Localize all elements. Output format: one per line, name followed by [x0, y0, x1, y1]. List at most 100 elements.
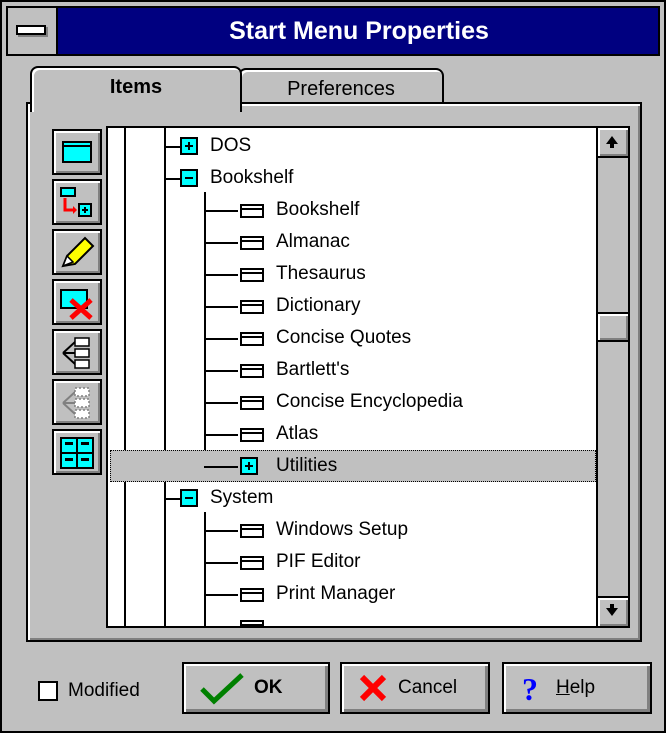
tree-item-label: Concise Quotes — [276, 327, 412, 348]
ok-button[interactable]: OK — [182, 662, 330, 714]
tree-item-atlas[interactable]: Atlas — [108, 418, 596, 450]
tree-vertical-scrollbar[interactable] — [596, 128, 628, 626]
modified-checkbox[interactable] — [38, 681, 58, 701]
tree-item-label: DOS — [210, 135, 252, 156]
new-subitem-icon — [60, 187, 92, 217]
start-menu-tree[interactable]: DOS Bookshelf Bookshelf Almanac Thesauru… — [106, 126, 630, 628]
tree-item-label: Almanac — [276, 231, 350, 252]
system-menu-button[interactable] — [8, 8, 58, 54]
tree-item-label: Print Manager — [276, 583, 396, 604]
edit-pencil-icon — [61, 236, 95, 268]
tree-item-label: Utilities — [276, 455, 338, 476]
tree-item-thesaurus[interactable]: Thesaurus — [108, 258, 596, 290]
sort-icon — [60, 437, 94, 469]
tree-item-almanac[interactable]: Almanac — [108, 226, 596, 258]
item-toolbar — [52, 129, 104, 479]
tree-branch — [204, 370, 238, 372]
tree-item-label: Dictionary — [276, 295, 361, 316]
tree-branch — [204, 434, 238, 436]
tree-item-bookshelf-folder[interactable]: Bookshelf — [108, 162, 596, 194]
program-item-icon — [240, 428, 264, 442]
ok-label: OK — [254, 677, 283, 698]
tree-item-label: Concise Encyclopedia — [276, 391, 463, 412]
window-title: Start Menu Properties — [229, 17, 489, 45]
question-mark-icon: ? — [522, 671, 538, 705]
tree-item-label: PIF Editor — [276, 551, 361, 572]
tree-branch — [204, 562, 238, 564]
tree-branch — [204, 594, 238, 596]
program-item-icon — [240, 556, 264, 570]
tree-item-label: Atlas — [276, 423, 319, 444]
tree-item-pif-editor[interactable]: PIF Editor — [108, 546, 596, 578]
tree-branch — [164, 146, 180, 148]
program-item-icon — [240, 332, 264, 346]
tree-item-label: System — [210, 487, 274, 508]
tree-branch — [164, 498, 180, 500]
svg-text:?: ? — [522, 671, 538, 705]
tree-branch — [204, 306, 238, 308]
tree-branch — [204, 402, 238, 404]
expand-plus-icon[interactable] — [180, 137, 198, 155]
help-button[interactable]: ? Help — [502, 662, 652, 714]
tree-item-bartletts[interactable]: Bartlett's — [108, 354, 596, 386]
tree-item-dos[interactable]: DOS — [108, 130, 596, 162]
expand-tree-button[interactable] — [52, 329, 102, 375]
program-item-icon — [240, 396, 264, 410]
delete-item-button[interactable] — [52, 279, 102, 325]
collapse-minus-icon[interactable] — [180, 169, 198, 187]
cancel-button[interactable]: Cancel — [340, 662, 490, 714]
modified-checkbox-group[interactable]: Modified — [38, 680, 140, 702]
tree-branch — [204, 338, 238, 340]
collapse-minus-icon[interactable] — [180, 489, 198, 507]
tree-item-label: Bartlett's — [276, 359, 350, 380]
new-item-icon — [62, 141, 92, 163]
collapse-tree-button[interactable] — [52, 379, 102, 425]
cancel-label: Cancel — [398, 677, 458, 698]
sort-items-button[interactable] — [52, 429, 102, 475]
tree-item-utilities[interactable]: Utilities — [108, 450, 596, 482]
tree-branch — [204, 466, 238, 468]
tree-item-partial[interactable] — [108, 610, 596, 628]
tree-item-concise-encyclopedia[interactable]: Concise Encyclopedia — [108, 386, 596, 418]
tree-item-bookshelf[interactable]: Bookshelf — [108, 194, 596, 226]
tree-item-label: Bookshelf — [210, 167, 294, 188]
scroll-thumb[interactable] — [598, 312, 628, 342]
tree-item-windows-setup[interactable]: Windows Setup — [108, 514, 596, 546]
checkmark-icon — [200, 673, 244, 705]
system-menu-icon — [16, 25, 46, 35]
scroll-up-button[interactable] — [598, 128, 628, 158]
tree-item-dictionary[interactable]: Dictionary — [108, 290, 596, 322]
program-item-icon — [240, 300, 264, 314]
program-item-icon — [240, 588, 264, 602]
program-item-icon — [240, 236, 264, 250]
tree-branch — [204, 626, 238, 628]
tree-branch — [204, 242, 238, 244]
tab-items[interactable]: Items — [30, 66, 242, 112]
red-x-icon — [359, 674, 387, 702]
edit-item-button[interactable] — [52, 229, 102, 275]
tree-item-label: Bookshelf — [276, 199, 360, 220]
modified-label: Modified — [68, 680, 140, 701]
expand-plus-icon[interactable] — [240, 457, 258, 475]
tree-item-system-folder[interactable]: System — [108, 482, 596, 514]
program-item-icon — [240, 268, 264, 282]
new-item-button[interactable] — [52, 129, 102, 175]
tree-item-label: Thesaurus — [276, 263, 366, 284]
scroll-down-button[interactable] — [598, 596, 628, 626]
arrow-up-icon — [606, 136, 618, 148]
tree-branch — [204, 274, 238, 276]
tree-item-print-manager[interactable]: Print Manager — [108, 578, 596, 610]
new-subitem-button[interactable] — [52, 179, 102, 225]
program-item-icon — [240, 620, 264, 626]
delete-icon — [60, 289, 93, 320]
program-item-icon — [240, 364, 264, 378]
title-bar[interactable]: Start Menu Properties — [6, 6, 660, 56]
dialog-window: Start Menu Properties Items Preferences — [0, 0, 666, 733]
tree-item-concise-quotes[interactable]: Concise Quotes — [108, 322, 596, 354]
help-accelerator: H — [556, 677, 570, 698]
tree-branch — [204, 210, 238, 212]
tree-item-label: Windows Setup — [276, 519, 409, 540]
collapse-tree-icon — [62, 387, 90, 419]
arrow-down-icon — [606, 604, 618, 616]
tree-branch — [164, 178, 180, 180]
